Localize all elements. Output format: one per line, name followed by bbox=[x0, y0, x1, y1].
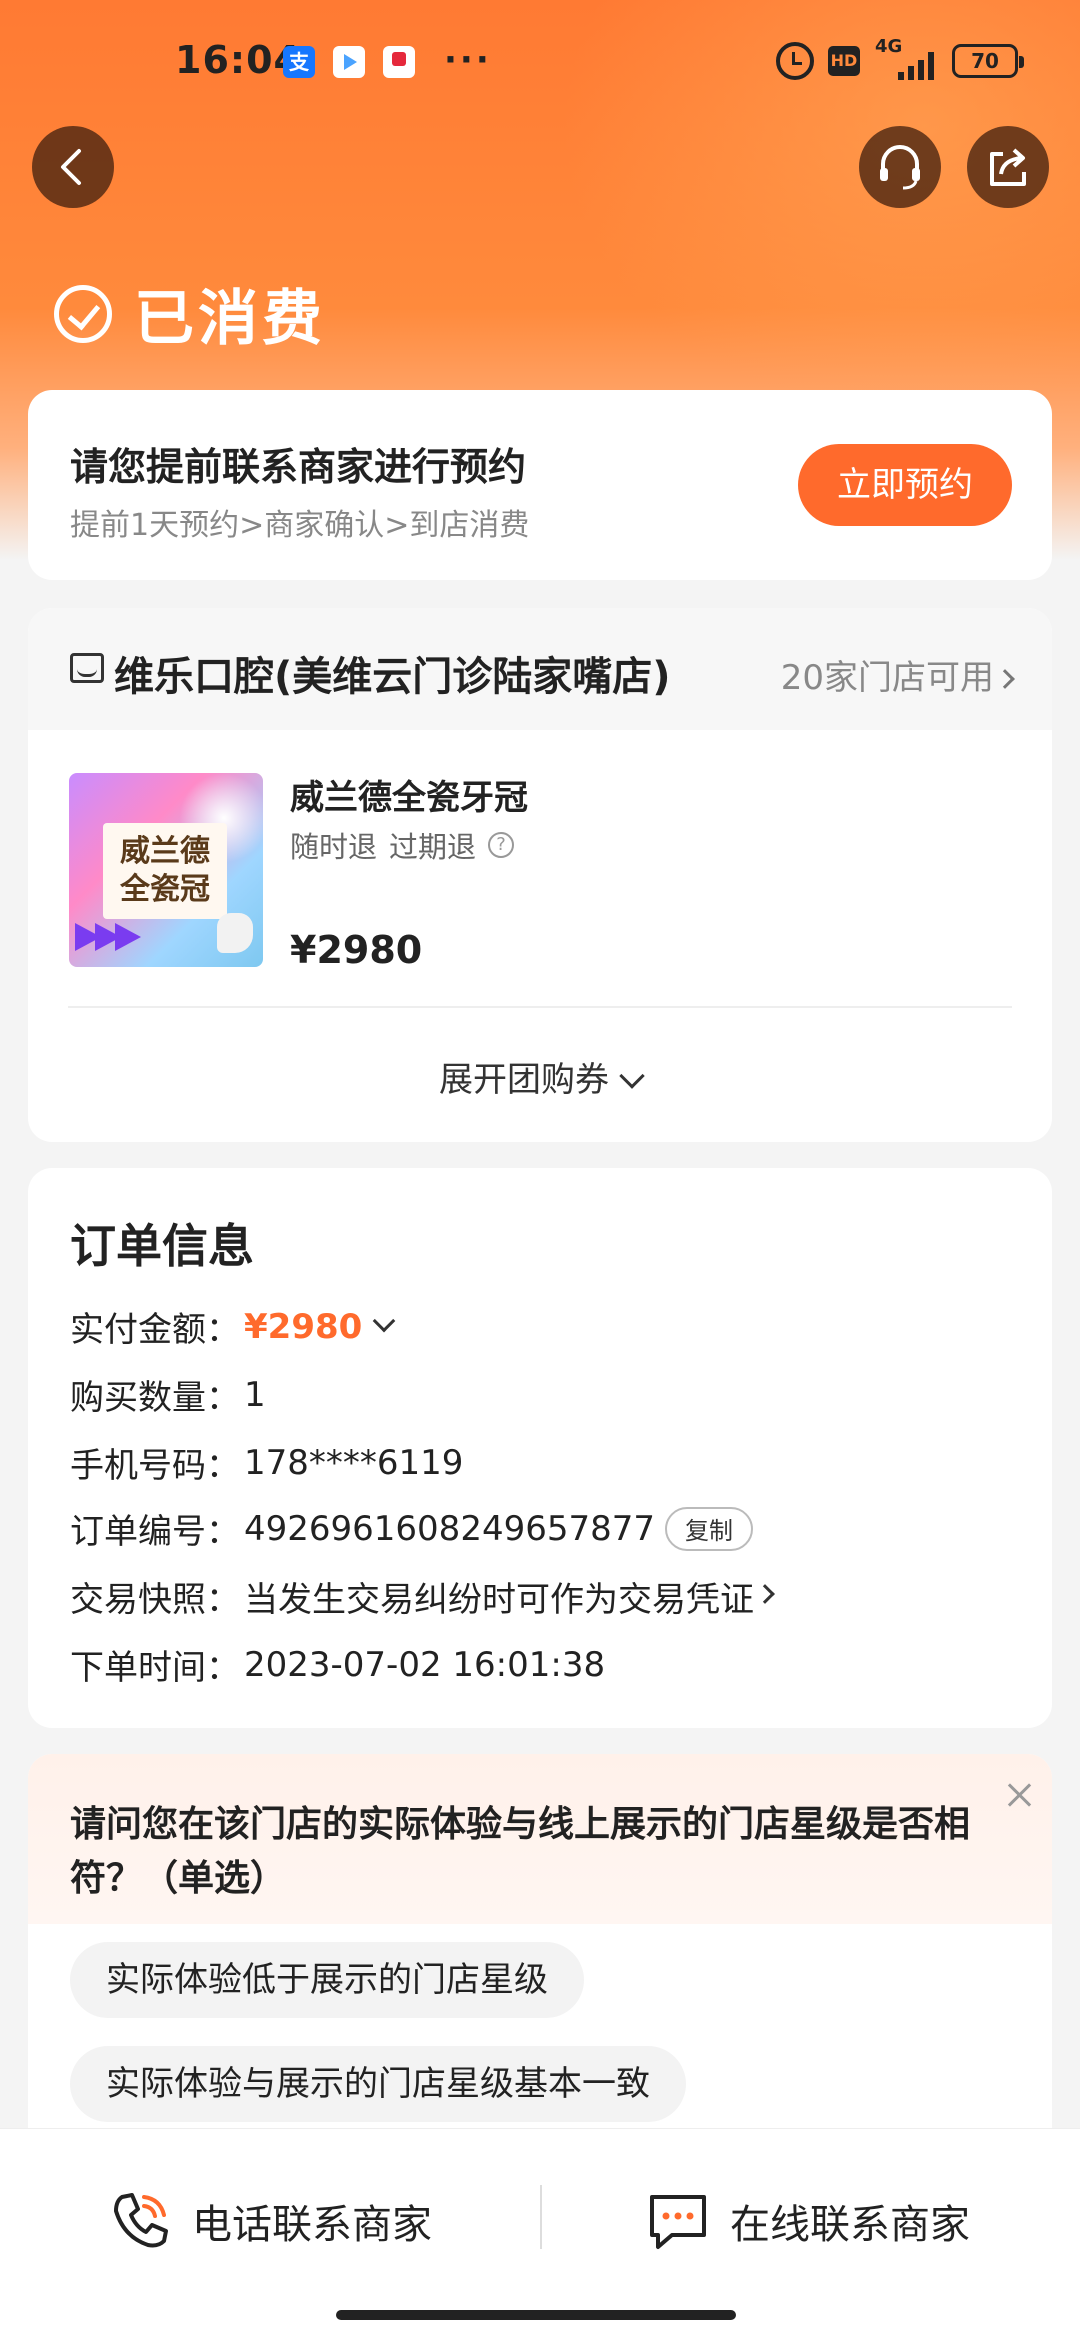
merchant-header[interactable]: 维乐口腔(美维云门诊陆家嘴店) 20家门店可用 bbox=[28, 608, 1052, 730]
chat-merchant-button[interactable]: 在线联系商家 bbox=[646, 2189, 970, 2253]
call-merchant-label: 电话联系商家 bbox=[192, 2202, 432, 2248]
paid-amount-label: 实付金额： bbox=[70, 1310, 240, 1350]
order-number-row: 订单编号： 4926961608249657877 复制 bbox=[70, 1504, 754, 1553]
paid-amount-value: ¥2980 bbox=[244, 1306, 363, 1347]
alarm-icon bbox=[776, 42, 814, 80]
more-notifications-icon: ··· bbox=[444, 40, 492, 80]
battery-icon: 70 bbox=[952, 44, 1024, 78]
tooth-icon bbox=[217, 913, 253, 953]
booking-card: 请您提前联系商家进行预约 提前1天预约>商家确认>到店消费 立即预约 bbox=[28, 390, 1052, 580]
check-circle-icon bbox=[54, 284, 112, 343]
app-notification-icon bbox=[383, 46, 415, 78]
status-bar: 16:04 支 ··· HD 4G 70 bbox=[0, 0, 1080, 120]
hd-icon: HD bbox=[828, 46, 860, 76]
book-now-button[interactable]: 立即预约 bbox=[798, 444, 1012, 526]
signal-icon bbox=[890, 46, 938, 80]
refund-tags: 随时退 过期退 ? bbox=[290, 824, 515, 866]
chevron-right-icon bbox=[755, 1583, 775, 1604]
merchant-card: 维乐口腔(美维云门诊陆家嘴店) 20家门店可用 威兰德 全瓷冠 威兰德全瓷牙冠 随… bbox=[28, 608, 1052, 1142]
order-info-card: 订单信息 实付金额： ¥2980 购买数量： 1 手机号码： 178****61… bbox=[28, 1168, 1052, 1728]
share-icon bbox=[990, 148, 1026, 186]
phone-row: 手机号码： 178****6119 bbox=[70, 1438, 463, 1487]
product-image-label: 威兰德 全瓷冠 bbox=[103, 823, 227, 919]
chevron-down-icon bbox=[372, 1309, 396, 1332]
back-icon bbox=[61, 149, 81, 185]
order-time-label: 下单时间： bbox=[70, 1648, 240, 1688]
order-info-title: 订单信息 bbox=[70, 1219, 254, 1273]
paid-amount-row[interactable]: 实付金额： ¥2980 bbox=[70, 1302, 396, 1351]
refund-anytime-tag: 随时退 bbox=[290, 830, 378, 864]
survey-card: 请问您在该门店的实际体验与线上展示的门店星级是否相符？（单选） 实际体验低于展示… bbox=[28, 1754, 1052, 2154]
merchant-name: 维乐口腔(美维云门诊陆家嘴店) bbox=[114, 654, 671, 700]
divider bbox=[68, 1006, 1012, 1008]
order-number-value: 4926961608249657877 bbox=[244, 1508, 656, 1549]
chat-icon bbox=[650, 2195, 706, 2249]
survey-option[interactable]: 实际体验低于展示的门店星级 bbox=[70, 1942, 584, 2018]
expand-coupons-label: 展开团购券 bbox=[439, 1060, 609, 1100]
snapshot-row[interactable]: 交易快照： 当发生交易纠纷时可作为交易凭证 bbox=[70, 1572, 775, 1621]
refund-expired-tag: 过期退 bbox=[389, 830, 477, 864]
phone-label: 手机号码： bbox=[70, 1446, 240, 1486]
survey-question: 请问您在该门店的实际体验与线上展示的门店星级是否相符？（单选） bbox=[70, 1804, 971, 1899]
video-app-icon bbox=[333, 46, 365, 78]
order-time-value: 2023-07-02 16:01:38 bbox=[244, 1644, 606, 1685]
chevron-down-icon bbox=[619, 1063, 645, 1089]
order-status-text: 已消费 bbox=[134, 284, 326, 354]
bottom-action-bar: 电话联系商家 在线联系商家 bbox=[0, 2128, 1080, 2340]
order-status: 已消费 bbox=[54, 270, 326, 357]
quantity-row: 购买数量： 1 bbox=[70, 1370, 266, 1419]
survey-option[interactable]: 实际体验与展示的门店星级基本一致 bbox=[70, 2046, 686, 2122]
share-button[interactable] bbox=[967, 126, 1049, 208]
store-icon bbox=[70, 653, 104, 683]
call-merchant-button[interactable]: 电话联系商家 bbox=[108, 2189, 432, 2253]
question-icon[interactable]: ? bbox=[488, 832, 515, 858]
product-name[interactable]: 威兰德全瓷牙冠 bbox=[290, 770, 528, 819]
chat-merchant-label: 在线联系商家 bbox=[730, 2202, 970, 2248]
chevron-right-icon bbox=[995, 669, 1015, 689]
available-stores-label: 20家门店可用 bbox=[780, 658, 994, 698]
order-number-label: 订单编号： bbox=[70, 1512, 240, 1552]
quantity-value: 1 bbox=[244, 1374, 266, 1415]
expand-coupons-button[interactable]: 展开团购券 bbox=[28, 1052, 1052, 1101]
divider bbox=[540, 2185, 542, 2249]
alipay-icon: 支 bbox=[283, 46, 315, 78]
order-time-row: 下单时间： 2023-07-02 16:01:38 bbox=[70, 1640, 605, 1689]
quantity-label: 购买数量： bbox=[70, 1378, 240, 1418]
available-stores-link[interactable]: 20家门店可用 bbox=[780, 650, 1015, 699]
copy-button[interactable]: 复制 bbox=[665, 1506, 754, 1551]
booking-title: 请您提前联系商家进行预约 bbox=[70, 445, 527, 489]
phone-icon bbox=[114, 2193, 168, 2248]
headset-icon bbox=[880, 145, 920, 190]
customer-service-button[interactable] bbox=[859, 126, 941, 208]
snapshot-value: 当发生交易纠纷时可作为交易凭证 bbox=[244, 1580, 754, 1620]
phone-value: 178****6119 bbox=[244, 1442, 464, 1483]
booking-steps: 提前1天预约>商家确认>到店消费 bbox=[70, 508, 530, 543]
product-price: ¥2980 bbox=[290, 928, 423, 972]
close-icon[interactable] bbox=[1000, 1776, 1040, 1816]
back-button[interactable] bbox=[32, 126, 114, 208]
snapshot-label: 交易快照： bbox=[70, 1580, 240, 1620]
product-image[interactable]: 威兰德 全瓷冠 bbox=[69, 773, 263, 967]
home-indicator bbox=[336, 2310, 736, 2320]
